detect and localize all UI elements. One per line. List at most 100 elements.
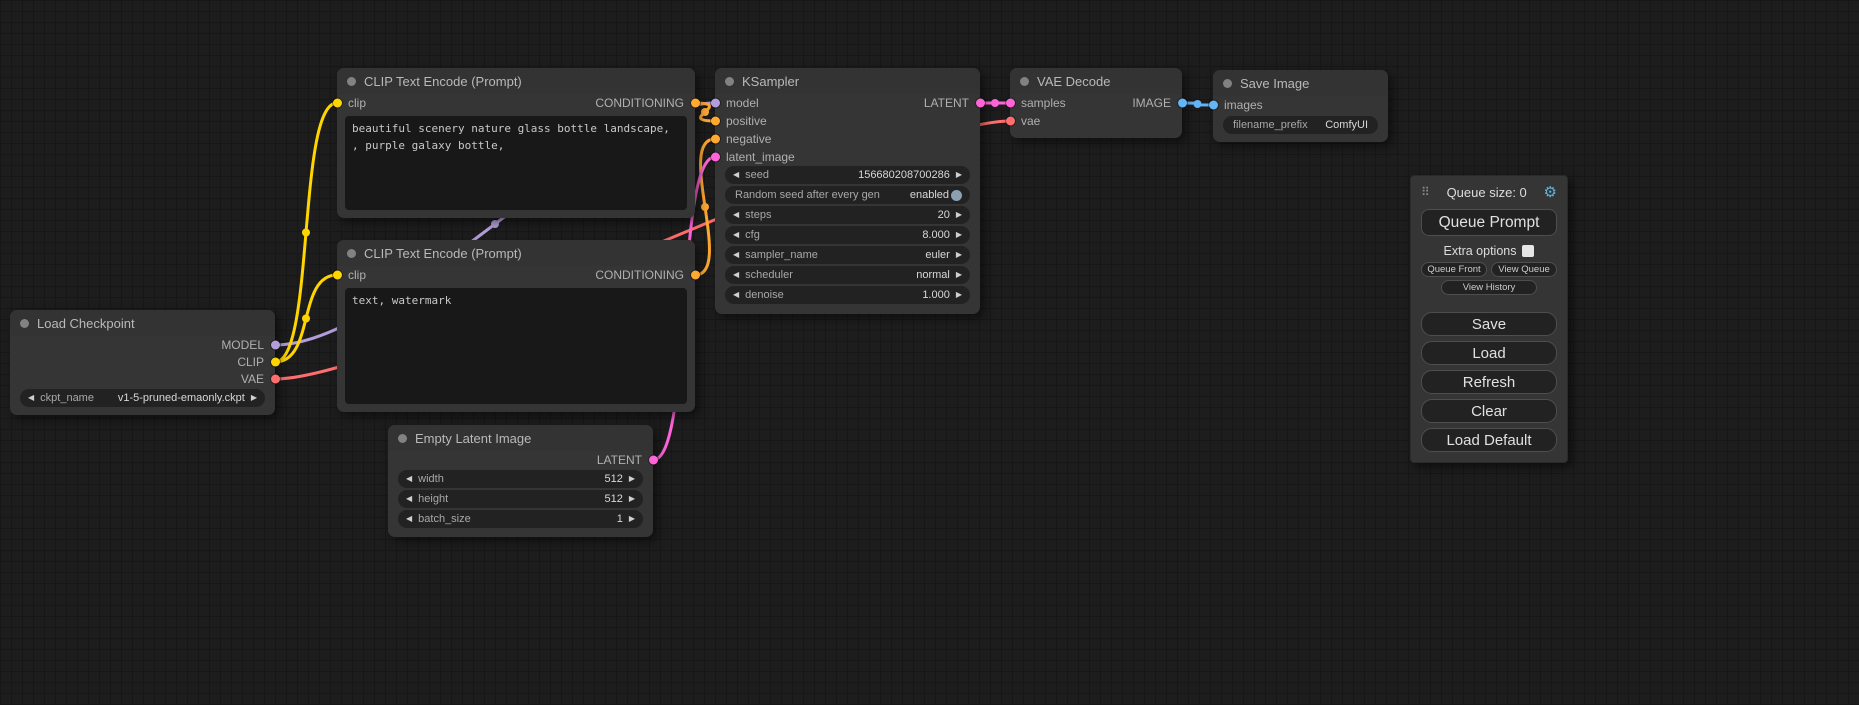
- decrement-arrow-icon[interactable]: ◀: [406, 515, 412, 523]
- output-slot-model[interactable]: MODEL: [221, 336, 275, 354]
- widget-filename-prefix[interactable]: filename_prefix ComfyUI: [1223, 116, 1378, 134]
- conditioning-output-dot[interactable]: [691, 271, 700, 280]
- vae-input-dot[interactable]: [1006, 117, 1015, 126]
- node-clip-positive-titlebar[interactable]: CLIP Text Encode (Prompt): [337, 68, 695, 94]
- widget-random-seed-toggle[interactable]: Random seed after every gen enabled: [725, 186, 970, 204]
- clip-input-dot[interactable]: [333, 99, 342, 108]
- output-slot-image[interactable]: IMAGE: [1132, 94, 1182, 112]
- input-slot-positive[interactable]: positive: [715, 112, 767, 130]
- output-slot-latent[interactable]: LATENT: [597, 451, 653, 469]
- input-slot-latent-image[interactable]: latent_image: [715, 148, 795, 166]
- image-output-dot[interactable]: [1178, 99, 1187, 108]
- increment-arrow-icon[interactable]: ▶: [956, 251, 962, 259]
- save-button[interactable]: Save: [1421, 312, 1557, 336]
- node-empty-latent-titlebar[interactable]: Empty Latent Image: [388, 425, 653, 451]
- collapse-dot-icon[interactable]: [347, 77, 356, 86]
- latent-output-dot[interactable]: [976, 99, 985, 108]
- output-slot-vae[interactable]: VAE: [241, 370, 275, 388]
- input-slot-clip[interactable]: clip: [337, 266, 366, 284]
- extra-options-checkbox[interactable]: [1522, 245, 1534, 257]
- view-history-button[interactable]: View History: [1441, 280, 1537, 295]
- node-load-checkpoint-titlebar[interactable]: Load Checkpoint: [10, 310, 275, 336]
- widget-width[interactable]: ◀ width 512 ▶: [398, 470, 643, 488]
- node-save-image[interactable]: Save Image images filename_prefix ComfyU…: [1213, 70, 1388, 142]
- collapse-dot-icon[interactable]: [725, 77, 734, 86]
- decrement-arrow-icon[interactable]: ◀: [733, 171, 739, 179]
- samples-input-dot[interactable]: [1006, 99, 1015, 108]
- decrement-arrow-icon[interactable]: ◀: [733, 271, 739, 279]
- view-queue-button[interactable]: View Queue: [1491, 262, 1557, 277]
- clip-input-dot[interactable]: [333, 271, 342, 280]
- queue-front-button[interactable]: Queue Front: [1421, 262, 1487, 277]
- node-save-image-titlebar[interactable]: Save Image: [1213, 70, 1388, 96]
- latent-output-dot[interactable]: [649, 456, 658, 465]
- input-slot-model[interactable]: model: [715, 94, 759, 112]
- queue-prompt-button[interactable]: Queue Prompt: [1421, 209, 1557, 236]
- input-slot-clip[interactable]: clip: [337, 94, 366, 112]
- increment-arrow-icon[interactable]: ▶: [956, 211, 962, 219]
- decrement-arrow-icon[interactable]: ◀: [733, 251, 739, 259]
- node-empty-latent-image[interactable]: Empty Latent Image LATENT ◀ width 512 ▶ …: [388, 425, 653, 537]
- increment-arrow-icon[interactable]: ▶: [629, 495, 635, 503]
- decrement-arrow-icon[interactable]: ◀: [28, 394, 34, 402]
- decrement-arrow-icon[interactable]: ◀: [733, 291, 739, 299]
- collapse-dot-icon[interactable]: [1223, 79, 1232, 88]
- increment-arrow-icon[interactable]: ▶: [629, 515, 635, 523]
- clear-button[interactable]: Clear: [1421, 399, 1557, 423]
- positive-prompt-textarea[interactable]: beautiful scenery nature glass bottle la…: [345, 116, 687, 210]
- collapse-dot-icon[interactable]: [347, 249, 356, 258]
- node-load-checkpoint[interactable]: Load Checkpoint MODEL CLIP VAE ◀ ckpt_na…: [10, 310, 275, 415]
- widget-scheduler[interactable]: ◀ scheduler normal ▶: [725, 266, 970, 284]
- collapse-dot-icon[interactable]: [398, 434, 407, 443]
- drag-handle-icon[interactable]: ⠿: [1421, 185, 1430, 199]
- input-slot-negative[interactable]: negative: [715, 130, 771, 148]
- node-ksampler-titlebar[interactable]: KSampler: [715, 68, 980, 94]
- widget-cfg[interactable]: ◀ cfg 8.000 ▶: [725, 226, 970, 244]
- load-button[interactable]: Load: [1421, 341, 1557, 365]
- gear-icon[interactable]: ⚙: [1544, 183, 1557, 201]
- decrement-arrow-icon[interactable]: ◀: [406, 495, 412, 503]
- widget-steps[interactable]: ◀ steps 20 ▶: [725, 206, 970, 224]
- vae-output-dot[interactable]: [271, 375, 280, 384]
- widget-ckpt-name[interactable]: ◀ ckpt_name v1-5-pruned-emaonly.ckpt ▶: [20, 389, 265, 407]
- input-slot-samples[interactable]: samples: [1010, 94, 1066, 112]
- increment-arrow-icon[interactable]: ▶: [956, 271, 962, 279]
- node-clip-text-encode-negative[interactable]: CLIP Text Encode (Prompt) clip CONDITION…: [337, 240, 695, 412]
- increment-arrow-icon[interactable]: ▶: [956, 171, 962, 179]
- images-input-dot[interactable]: [1209, 101, 1218, 110]
- widget-batch-size[interactable]: ◀ batch_size 1 ▶: [398, 510, 643, 528]
- collapse-dot-icon[interactable]: [20, 319, 29, 328]
- widget-height[interactable]: ◀ height 512 ▶: [398, 490, 643, 508]
- toggle-dot[interactable]: [951, 190, 962, 201]
- widget-seed[interactable]: ◀ seed 156680208700286 ▶: [725, 166, 970, 184]
- widget-denoise[interactable]: ◀ denoise 1.000 ▶: [725, 286, 970, 304]
- positive-input-dot[interactable]: [711, 117, 720, 126]
- model-input-dot[interactable]: [711, 99, 720, 108]
- increment-arrow-icon[interactable]: ▶: [251, 394, 257, 402]
- node-vae-decode-titlebar[interactable]: VAE Decode: [1010, 68, 1182, 94]
- negative-input-dot[interactable]: [711, 135, 720, 144]
- node-vae-decode[interactable]: VAE Decode samples vae IMAGE: [1010, 68, 1182, 138]
- latent-image-input-dot[interactable]: [711, 153, 720, 162]
- node-ksampler[interactable]: KSampler model positive negative latent_…: [715, 68, 980, 314]
- collapse-dot-icon[interactable]: [1020, 77, 1029, 86]
- output-slot-latent[interactable]: LATENT: [924, 94, 980, 112]
- increment-arrow-icon[interactable]: ▶: [956, 231, 962, 239]
- decrement-arrow-icon[interactable]: ◀: [733, 211, 739, 219]
- node-clip-negative-titlebar[interactable]: CLIP Text Encode (Prompt): [337, 240, 695, 266]
- output-slot-clip[interactable]: CLIP: [237, 353, 275, 371]
- node-clip-text-encode-positive[interactable]: CLIP Text Encode (Prompt) clip CONDITION…: [337, 68, 695, 218]
- increment-arrow-icon[interactable]: ▶: [956, 291, 962, 299]
- input-slot-images[interactable]: images: [1213, 96, 1263, 114]
- conditioning-output-dot[interactable]: [691, 99, 700, 108]
- output-slot-conditioning[interactable]: CONDITIONING: [595, 266, 695, 284]
- decrement-arrow-icon[interactable]: ◀: [733, 231, 739, 239]
- widget-sampler-name[interactable]: ◀ sampler_name euler ▶: [725, 246, 970, 264]
- load-default-button[interactable]: Load Default: [1421, 428, 1557, 452]
- increment-arrow-icon[interactable]: ▶: [629, 475, 635, 483]
- output-slot-conditioning[interactable]: CONDITIONING: [595, 94, 695, 112]
- refresh-button[interactable]: Refresh: [1421, 370, 1557, 394]
- negative-prompt-textarea[interactable]: text, watermark: [345, 288, 687, 404]
- decrement-arrow-icon[interactable]: ◀: [406, 475, 412, 483]
- input-slot-vae[interactable]: vae: [1010, 112, 1040, 130]
